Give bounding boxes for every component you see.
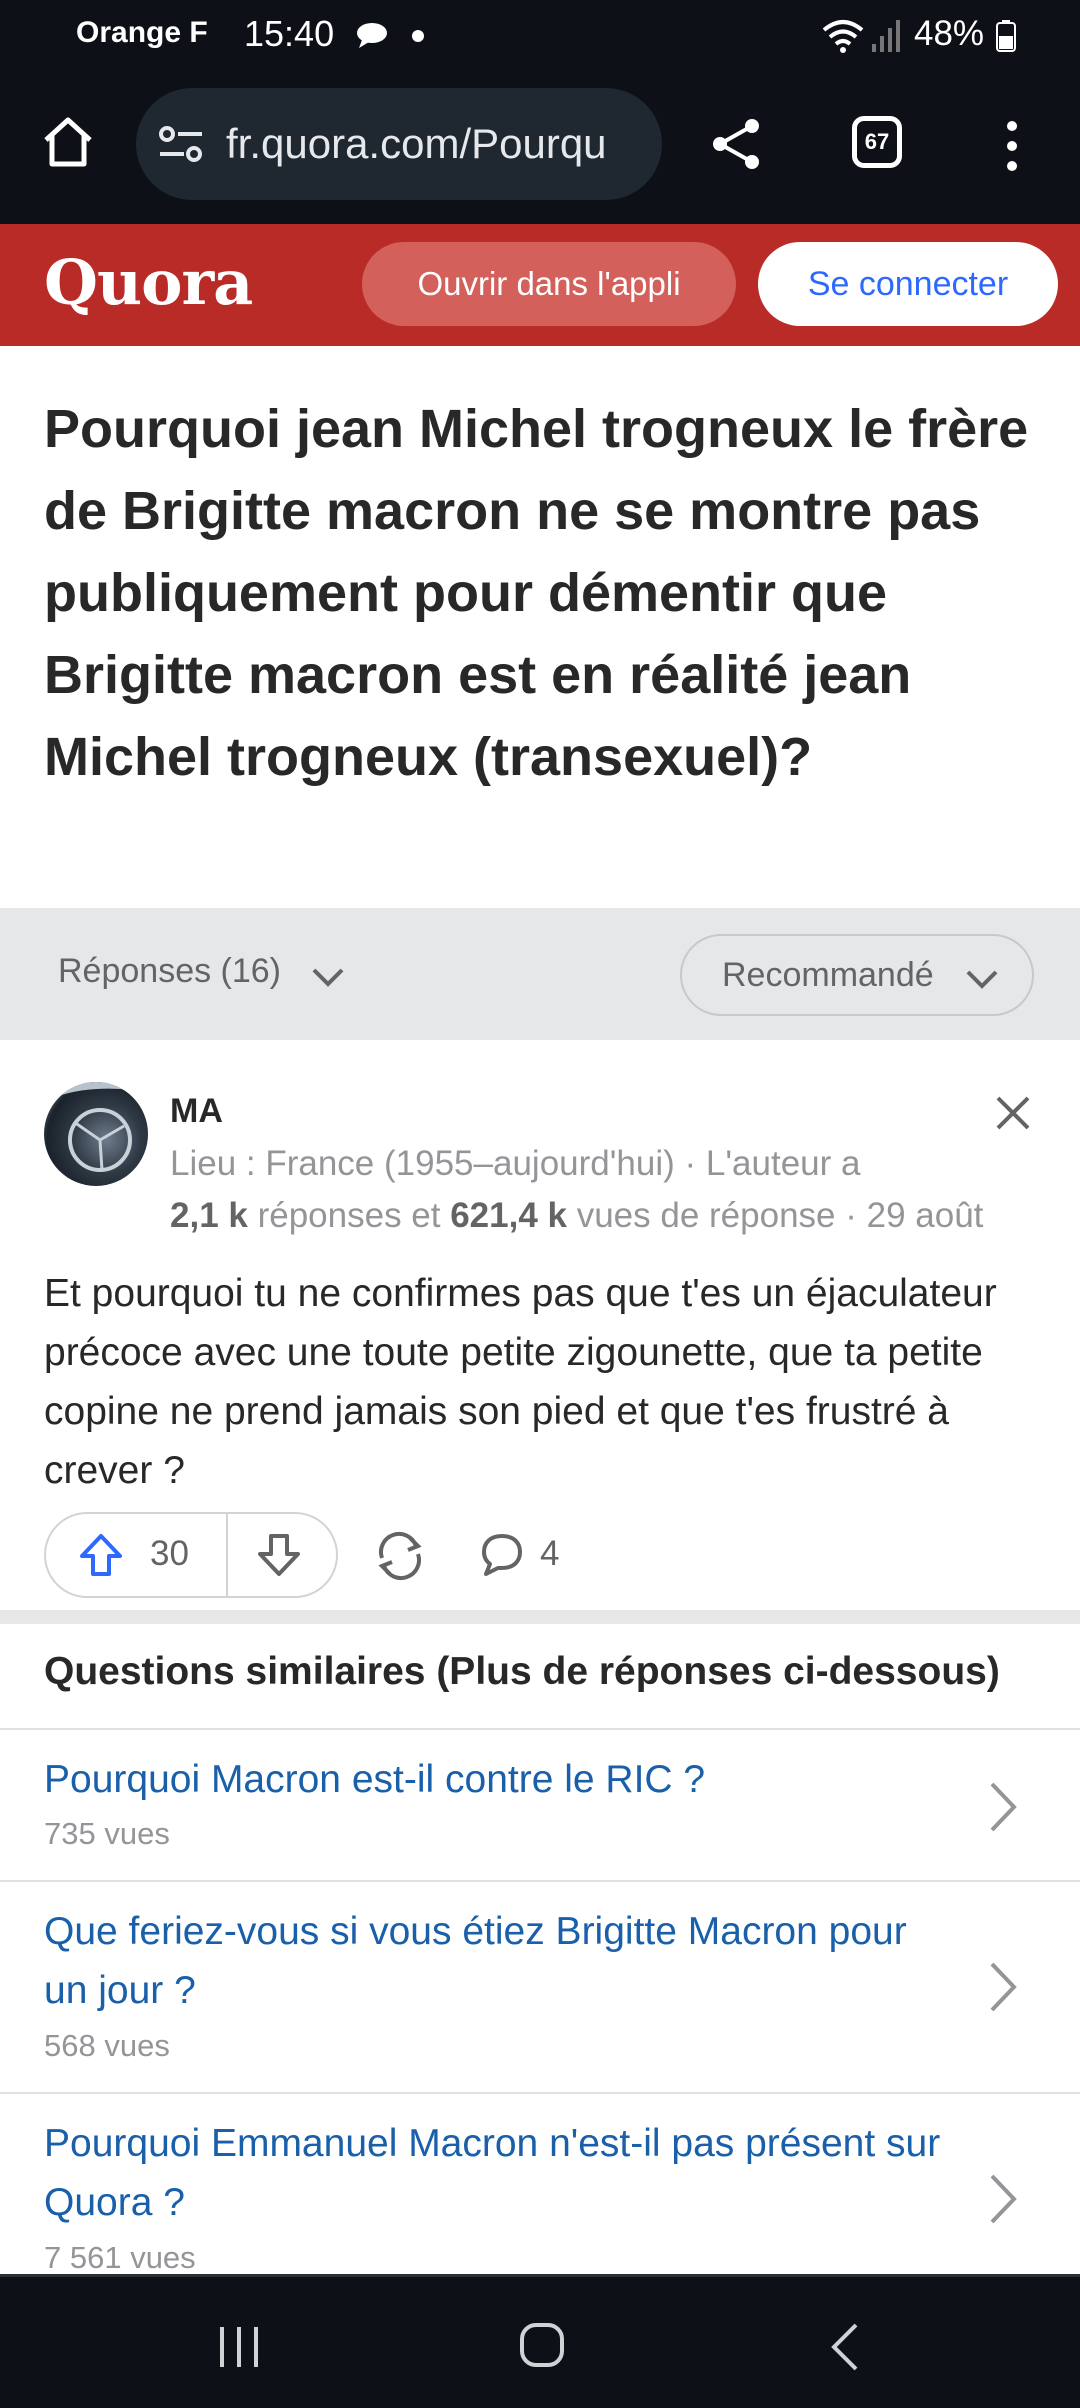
related-question-views: 568 vues <box>44 2028 170 2063</box>
sort-select-label[interactable]: Recommandé <box>722 956 934 995</box>
related-question-item[interactable]: Que feriez-vous si vous étiez Brigitte M… <box>0 1882 1080 2092</box>
downvote-arrow-icon[interactable] <box>256 1532 302 1578</box>
avatar[interactable] <box>44 1082 148 1186</box>
related-question-item[interactable]: Pourquoi Macron est-il contre le RIC ? 7… <box>0 1730 1080 1880</box>
more-options-icon[interactable] <box>1000 118 1024 174</box>
system-nav-bar <box>0 2274 1080 2408</box>
home-nav-icon[interactable] <box>518 2321 566 2369</box>
views-count: 621,4 k <box>450 1196 567 1235</box>
chevron-down-icon[interactable] <box>964 968 1000 990</box>
answers-sort-bar: Réponses (16) Recommandé <box>0 908 1080 1040</box>
chevron-down-icon[interactable] <box>310 966 346 988</box>
message-bubble-icon <box>357 23 387 48</box>
open-in-app-button[interactable]: Ouvrir dans l'appli <box>362 242 736 326</box>
chevron-right-icon[interactable] <box>988 1780 1018 1834</box>
reshare-icon[interactable] <box>372 1528 428 1584</box>
related-questions-title: Questions similaires (Plus de réponses c… <box>44 1650 1000 1693</box>
related-question-link[interactable]: Pourquoi Emmanuel Macron n'est-il pas pr… <box>44 2114 944 2232</box>
related-question-views: 735 vues <box>44 1816 170 1851</box>
carrier-name: Orange F <box>76 16 208 49</box>
upvote-count: 30 <box>150 1534 189 1573</box>
question-title: Pourquoi jean Michel trogneux le frère d… <box>44 399 1029 787</box>
signal-icon <box>872 20 900 52</box>
answer-text: Et pourquoi tu ne confirmes pas que t'es… <box>44 1272 997 1492</box>
upvote-arrow-icon[interactable] <box>78 1532 124 1578</box>
share-icon[interactable] <box>708 116 764 172</box>
vote-group: 30 <box>44 1512 338 1598</box>
site-settings-icon[interactable] <box>158 124 204 164</box>
wifi-icon <box>822 20 864 53</box>
section-divider <box>0 1610 1080 1624</box>
quora-header: Quora Ouvrir dans l'appli Se connecter <box>0 224 1080 346</box>
login-button[interactable]: Se connecter <box>758 242 1058 326</box>
comment-count[interactable]: 4 <box>540 1534 559 1574</box>
address-bar[interactable]: fr.quora.com/Pourqu <box>136 88 662 200</box>
status-bar: Orange F 15:40 48% <box>0 0 1080 72</box>
clock: 15:40 <box>244 13 335 54</box>
browser-toolbar: fr.quora.com/Pourqu 67 <box>0 72 1080 224</box>
battery-icon <box>996 20 1016 52</box>
upvote-button[interactable]: 30 <box>46 1514 228 1596</box>
related-question-link[interactable]: Pourquoi Macron est-il contre le RIC ? <box>44 1750 944 1809</box>
chevron-right-icon[interactable] <box>988 1960 1018 2014</box>
related-question-views: 7 561 vues <box>44 2240 196 2274</box>
url-text[interactable]: fr.quora.com/Pourqu <box>226 120 646 168</box>
sort-select[interactable]: Recommandé <box>680 934 1034 1016</box>
views-label: vues de réponse · 29 août <box>566 1196 984 1235</box>
close-icon[interactable] <box>994 1094 1032 1132</box>
quora-logo[interactable]: Quora <box>44 246 253 319</box>
related-question-item[interactable]: Pourquoi Emmanuel Macron n'est-il pas pr… <box>0 2094 1080 2274</box>
notification-dot-icon <box>412 30 424 42</box>
comment-icon[interactable] <box>478 1530 526 1578</box>
recent-apps-icon[interactable] <box>216 2325 262 2369</box>
back-icon[interactable] <box>828 2321 862 2373</box>
author-name[interactable]: MA <box>170 1092 223 1131</box>
author-credential: Lieu : France (1955–aujourd'hui) · L'aut… <box>170 1144 861 1183</box>
answers-label: réponses et <box>247 1196 451 1235</box>
downvote-button[interactable] <box>228 1514 336 1596</box>
answers-count-dropdown[interactable]: Réponses (16) <box>58 952 281 991</box>
battery-percent: 48% <box>914 14 985 53</box>
answers-count: 2,1 k <box>170 1196 248 1235</box>
chevron-right-icon[interactable] <box>988 2172 1018 2226</box>
tab-switcher-button[interactable]: 67 <box>852 116 902 168</box>
home-icon[interactable] <box>40 114 96 170</box>
related-question-link[interactable]: Que feriez-vous si vous étiez Brigitte M… <box>44 1902 944 2020</box>
author-stats: 2,1 k réponses et 621,4 k vues de répons… <box>170 1196 983 1236</box>
